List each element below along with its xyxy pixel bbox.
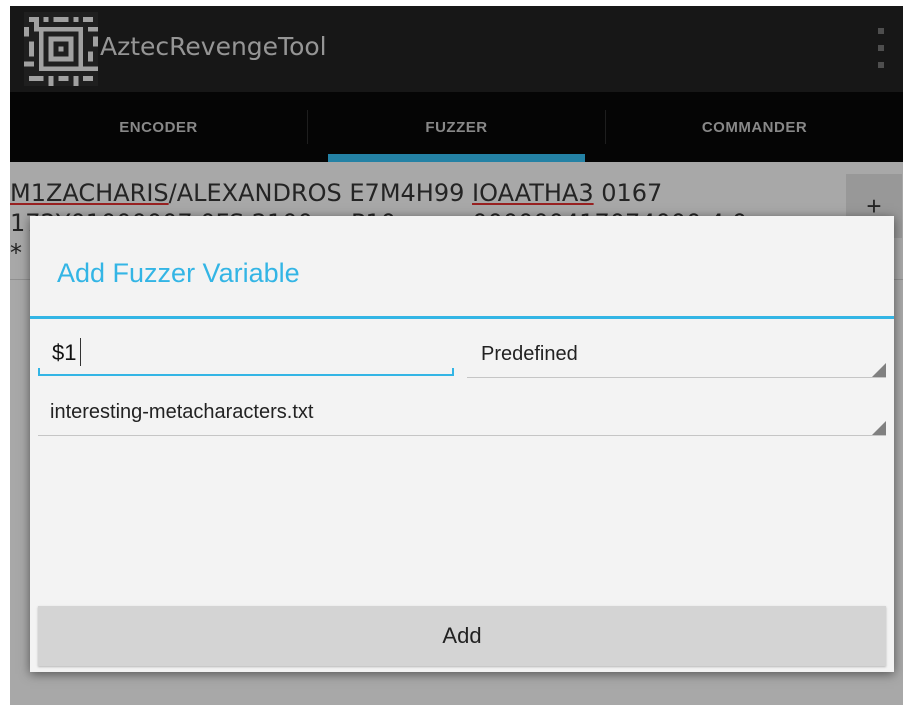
input-underline <box>38 368 454 376</box>
dialog-title: Add Fuzzer Variable <box>57 258 300 288</box>
dropdown-corner-icon <box>872 421 886 435</box>
spinner-selected-value: Predefined <box>481 343 578 365</box>
variable-name-input[interactable] <box>38 331 468 375</box>
text-cursor <box>80 338 81 366</box>
add-fuzzer-variable-dialog: Add Fuzzer Variable Predefined interesti… <box>30 216 894 672</box>
dropdown-corner-icon <box>872 363 886 377</box>
variable-type-spinner[interactable]: Predefined <box>467 333 886 378</box>
spinner-selected-value: interesting-metacharacters.txt <box>50 401 314 423</box>
wordlist-file-spinner[interactable]: interesting-metacharacters.txt <box>38 391 886 436</box>
title-divider <box>30 316 894 319</box>
add-button[interactable]: Add <box>38 606 886 666</box>
screen: AztecRevengeTool ENCODER FUZZER COMMANDE… <box>10 6 903 705</box>
